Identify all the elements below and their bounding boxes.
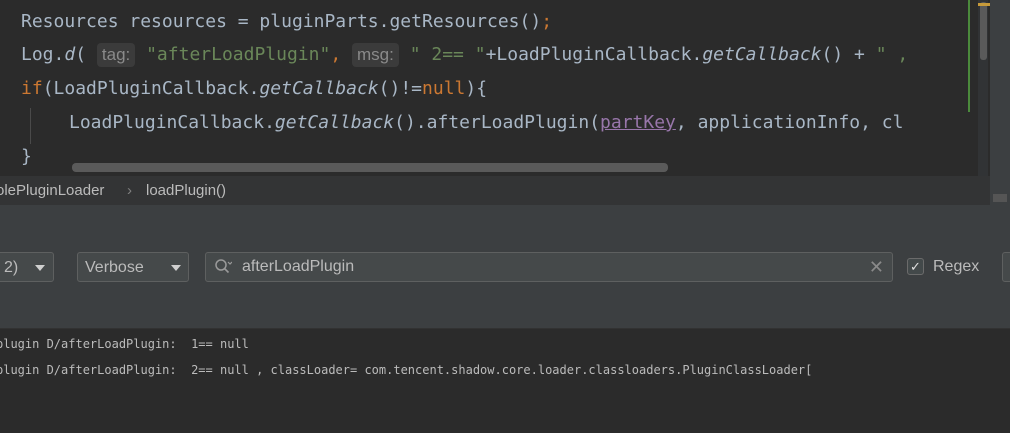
code-token: ()!= <box>378 78 423 99</box>
code-line-5: } <box>21 143 32 171</box>
code-token: null <box>422 78 466 99</box>
code-token: getCallback <box>702 44 822 65</box>
code-line-4: LoadPluginCallback.getCallback().afterLo… <box>69 109 903 137</box>
code-token: LoadPluginCallback. <box>69 112 275 133</box>
code-line-2: Log.d( tag: "afterLoadPlugin", msg: " 2=… <box>21 41 908 69</box>
code-token: d <box>64 44 76 65</box>
breadcrumb: olePluginLoader › loadPlugin() <box>0 176 990 205</box>
code-token: ; <box>541 11 553 32</box>
code-token: " 2== " <box>409 44 486 65</box>
breadcrumb-class[interactable]: olePluginLoader <box>0 176 104 205</box>
code-token: (LoadPluginCallback. <box>42 78 260 99</box>
search-input-value: afterLoadPlugin <box>242 258 355 275</box>
warning-marker[interactable] <box>978 3 990 6</box>
code-token: "afterLoadPlugin" <box>146 44 331 65</box>
code-token: resources = pluginParts.getResources() <box>118 11 542 32</box>
chevron-down-icon <box>35 265 45 271</box>
code-token: ().afterLoadPlugin( <box>394 112 601 133</box>
panel-divider <box>0 205 1010 235</box>
vertical-scrollbar-thumb[interactable] <box>980 2 987 60</box>
code-token: getCallback <box>259 78 379 99</box>
log-line: plugin D/afterLoadPlugin: 2== null , cla… <box>0 363 813 377</box>
parameter-hint-msg: msg: <box>352 43 399 67</box>
log-level-dropdown[interactable]: Verbose <box>77 252 189 282</box>
logcat-output[interactable]: plugin D/afterLoadPlugin: 1== null plugi… <box>0 329 1010 433</box>
code-token: () + <box>821 44 876 65</box>
code-editor[interactable]: Resources resources = pluginParts.getRes… <box>0 0 1010 176</box>
breadcrumb-separator: › <box>127 182 132 199</box>
code-line-3: if(LoadPluginCallback.getCallback()!=nul… <box>21 75 487 103</box>
code-token: , <box>330 44 342 65</box>
change-marker <box>968 0 970 112</box>
process-dropdown[interactable]: 2) <box>0 252 54 282</box>
process-dropdown-value: 2) <box>4 259 19 276</box>
code-token: Resources <box>21 11 119 32</box>
parameter-hint-tag: tag: <box>96 43 136 67</box>
horizontal-scrollbar-thumb[interactable] <box>72 163 668 172</box>
chevron-down-icon <box>171 265 181 271</box>
code-token: if <box>21 78 43 99</box>
logcat-toolbar <box>0 235 1010 329</box>
code-token-field: partKey <box>600 112 676 133</box>
code-line-1: Resources resources = pluginParts.getRes… <box>21 8 552 36</box>
log-level-value: Verbose <box>85 259 144 276</box>
search-icon <box>215 259 232 274</box>
code-token: +LoadPluginCallback. <box>485 44 703 65</box>
right-tool-strip <box>990 0 1010 205</box>
right-strip-handle[interactable] <box>993 194 1007 202</box>
code-token: " , <box>875 44 909 65</box>
log-line: plugin D/afterLoadPlugin: 1== null <box>0 337 249 351</box>
log-search-input[interactable]: afterLoadPlugin ✕ <box>205 252 893 282</box>
indent-guide <box>30 108 31 144</box>
code-area[interactable]: Resources resources = pluginParts.getRes… <box>0 0 968 176</box>
code-token: ){ <box>465 78 488 99</box>
code-token: ( <box>75 44 87 65</box>
code-token: Log. <box>21 44 65 65</box>
code-token: , applicationInfo, cl <box>675 112 904 133</box>
code-token: } <box>21 146 32 167</box>
regex-checkbox[interactable]: ✓ <box>907 258 924 275</box>
regex-label[interactable]: Regex <box>933 252 979 282</box>
clear-icon[interactable]: ✕ <box>869 255 884 279</box>
breadcrumb-method[interactable]: loadPlugin() <box>146 176 226 205</box>
toolbar-next-control[interactable] <box>1002 252 1010 282</box>
code-token: getCallback <box>274 112 395 133</box>
